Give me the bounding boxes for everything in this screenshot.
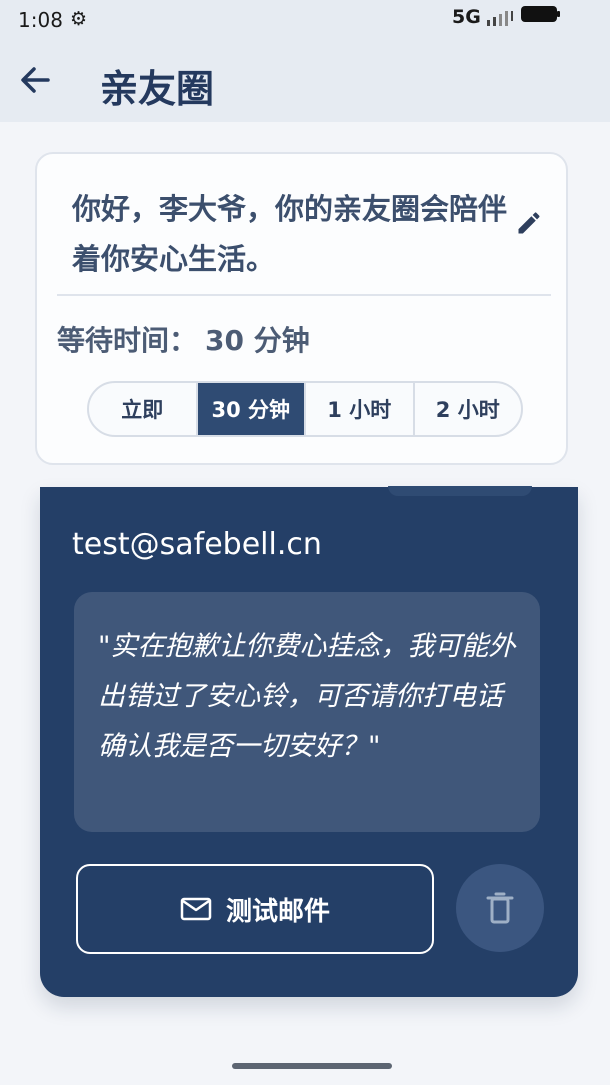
wait-time-label: 等待时间： — [57, 324, 198, 357]
wait-time-selector: 立即 30 分钟 1 小时 2 小时 — [87, 381, 523, 437]
home-indicator[interactable] — [232, 1063, 392, 1069]
test-email-label: 测试邮件 — [225, 896, 330, 927]
wait-time-value: 30 分钟 — [205, 324, 310, 357]
greeting-text: 你好，李大爷，你的亲友圈会陪伴着你安心生活。 — [72, 192, 508, 276]
message-box: "实在抱歉让你费心挂念，我可能外出错过了安心铃，可否请你打电话确认我是否一切安好… — [74, 592, 540, 832]
signal-icon — [487, 11, 513, 26]
wait-time-row: 等待时间： 30 分钟 — [57, 319, 318, 359]
pencil-icon[interactable] — [515, 209, 543, 237]
greeting-card: 你好，李大爷，你的亲友圈会陪伴着你安心生活。 等待时间： 30 分钟 立即 30 … — [35, 152, 568, 465]
trash-icon — [486, 892, 514, 924]
card-divider — [57, 294, 551, 296]
contact-card: test@safebell.cn "实在抱歉让你费心挂念，我可能外出错过了安心铃… — [40, 486, 578, 997]
status-time: 1:08 — [18, 8, 63, 32]
gear-icon: ⚙ — [70, 8, 88, 30]
wait-option-immediate[interactable]: 立即 — [89, 383, 196, 435]
battery-icon — [521, 6, 560, 22]
app-bar: 亲友圈 — [0, 42, 610, 122]
arrow-left-icon[interactable] — [14, 58, 58, 102]
network-type: 5G — [452, 6, 481, 28]
mail-icon — [180, 897, 212, 921]
wait-option-30-min[interactable]: 30 分钟 — [195, 383, 304, 435]
test-email-button[interactable]: 测试邮件 — [76, 864, 434, 954]
main-content: 你好，李大爷，你的亲友圈会陪伴着你安心生活。 等待时间： 30 分钟 立即 30 … — [0, 122, 610, 1085]
delete-button[interactable] — [456, 864, 544, 952]
status-bar: 1:08 ⚙ 5G — [0, 0, 610, 42]
wait-option-2-hours[interactable]: 2 小时 — [412, 383, 522, 435]
message-text: "实在抱歉让你费心挂念，我可能外出错过了安心铃，可否请你打电话确认我是否一切安好… — [98, 631, 516, 762]
card-tab — [388, 486, 532, 496]
wait-option-1-hour[interactable]: 1 小时 — [304, 383, 413, 435]
page-title: 亲友圈 — [100, 67, 215, 111]
contact-email: test@safebell.cn — [72, 527, 322, 562]
